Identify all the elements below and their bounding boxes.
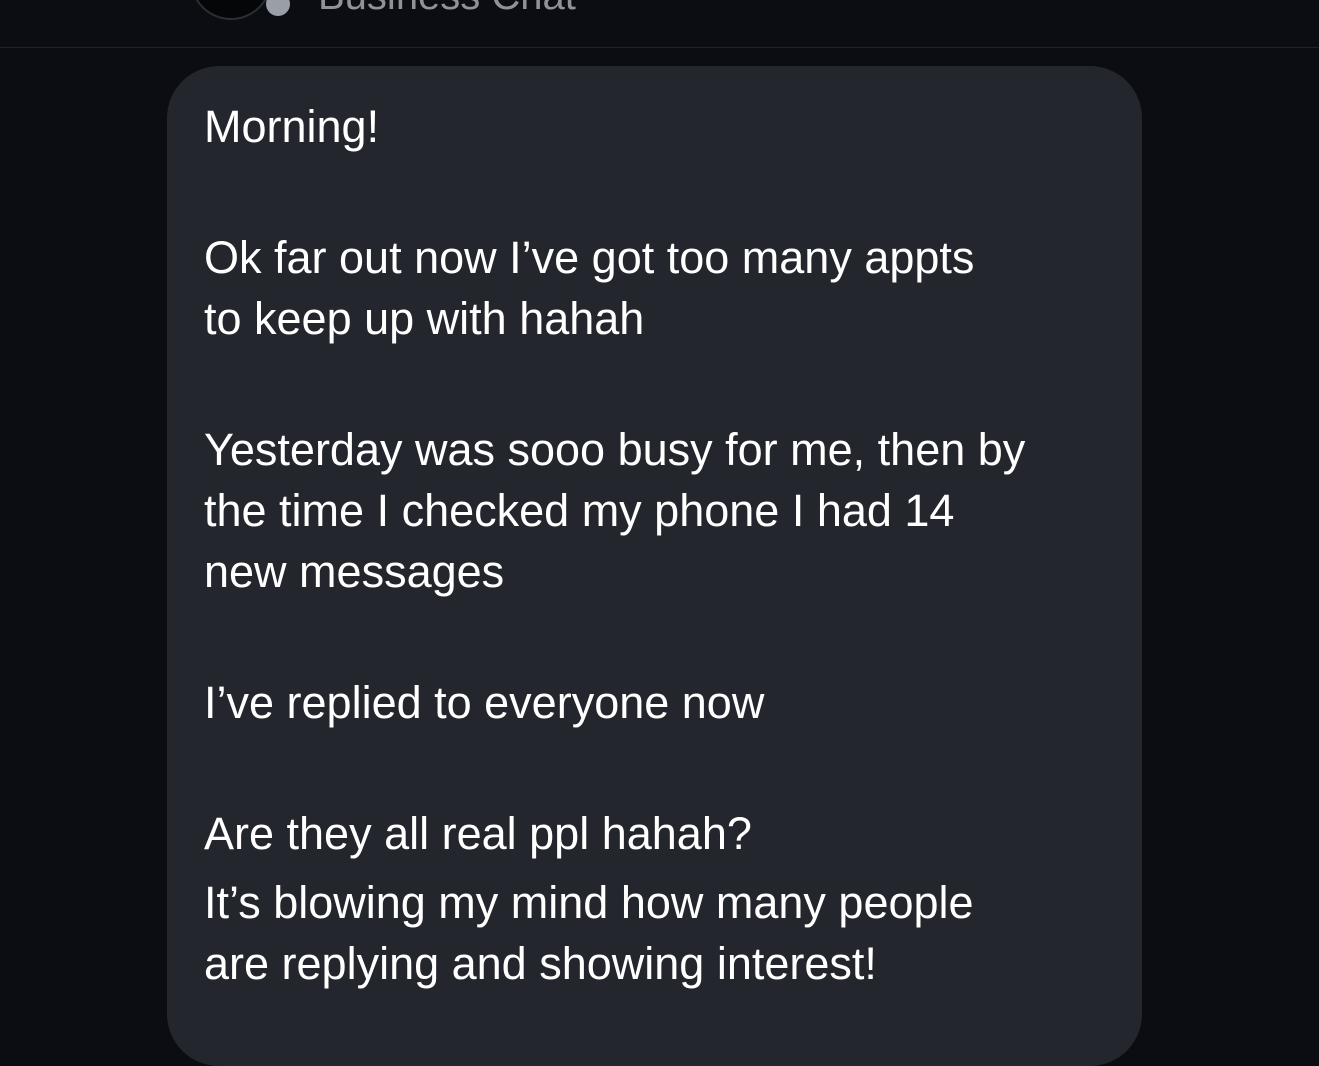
chat-header: Business Chat	[0, 0, 1319, 48]
message-paragraph: I’ve replied to everyone now	[204, 677, 765, 728]
message-paragraph: It’s blowing my mind how many people are…	[204, 877, 974, 989]
message-paragraph: Ok far out now I’ve got too many appts t…	[204, 232, 975, 344]
message-paragraph: Yesterday was sooo busy for me, then by …	[204, 424, 1026, 597]
message-bubble[interactable]: Morning! Ok far out now I’ve got too man…	[167, 66, 1142, 1066]
message-paragraph: Are they all real ppl hahah?	[204, 808, 752, 859]
message-paragraph: Morning!	[204, 101, 380, 152]
contact-avatar[interactable]	[190, 0, 272, 20]
status-indicator	[266, 0, 290, 16]
message-thread[interactable]: Morning! Ok far out now I’ve got too man…	[0, 48, 1319, 1066]
chat-title[interactable]: Business Chat	[318, 0, 576, 19]
